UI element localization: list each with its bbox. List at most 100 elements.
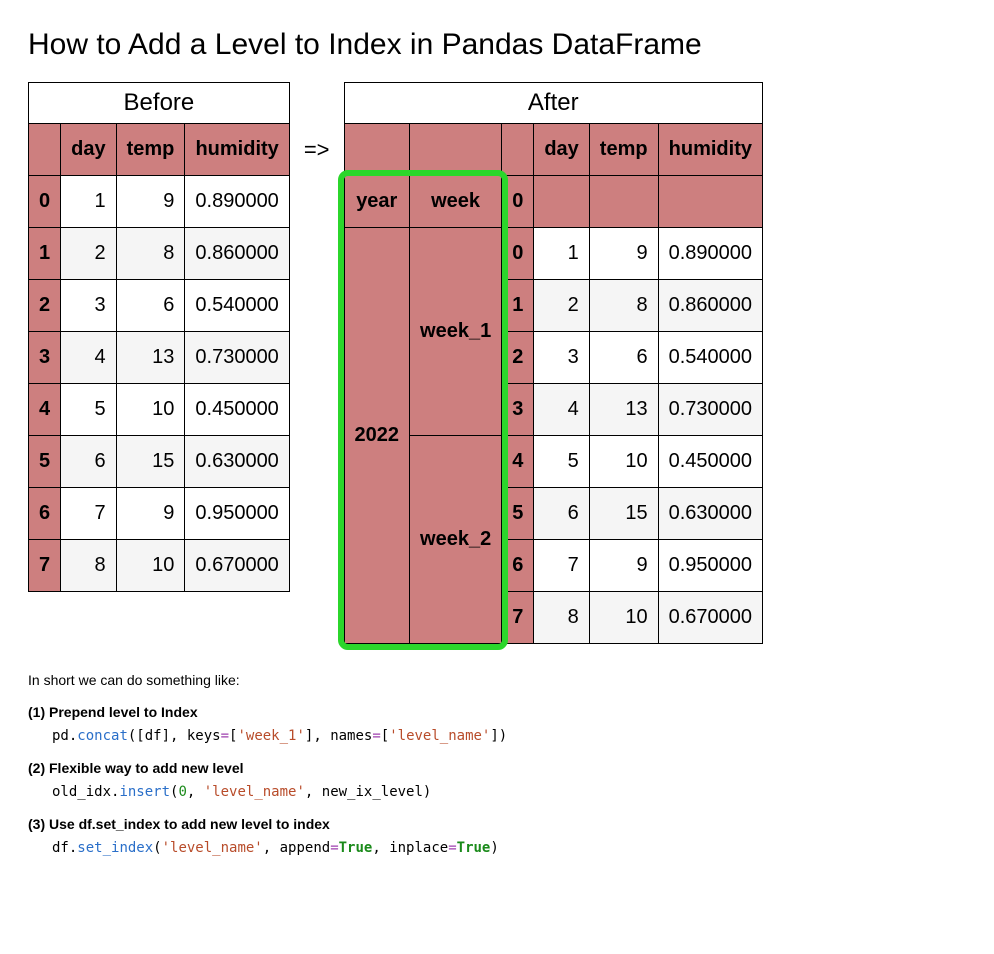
year-cell: 2022: [344, 228, 410, 644]
after-caption: After: [344, 82, 763, 123]
table-row: 0190.890000: [29, 176, 290, 228]
step-2: (2) Flexible way to add new level: [28, 760, 966, 776]
cell-temp: 8: [589, 280, 658, 332]
level-year: year: [344, 176, 410, 228]
cell-day: 2: [534, 280, 589, 332]
cell-day: 8: [61, 540, 116, 592]
after-idx-header-1: [344, 124, 410, 176]
row-index: 4: [502, 436, 534, 488]
after-idx-header-3: [502, 124, 534, 176]
cell-humidity: 0.630000: [658, 488, 762, 540]
cell-humidity: 0.950000: [185, 488, 289, 540]
row-index: 3: [29, 332, 61, 384]
cell-humidity: 0.450000: [185, 384, 289, 436]
cell-day: 2: [61, 228, 116, 280]
level-zero: 0: [502, 176, 534, 228]
row-index: 3: [502, 384, 534, 436]
cell-temp: 9: [116, 176, 185, 228]
row-index: 0: [502, 228, 534, 280]
cell-temp: 10: [589, 436, 658, 488]
tables-row: Before day temp humidity 0190.8900001280…: [28, 82, 966, 644]
cell-temp: 9: [589, 228, 658, 280]
cell-humidity: 0.860000: [185, 228, 289, 280]
before-caption: Before: [28, 82, 290, 123]
row-index: 7: [29, 540, 61, 592]
code-2: old_idx.insert(0, 'level_name', new_ix_l…: [52, 784, 966, 800]
cell-humidity: 0.730000: [185, 332, 289, 384]
col-day: day: [534, 124, 589, 176]
code-1: pd.concat([df], keys=['week_1'], names=[…: [52, 728, 966, 744]
row-index: 6: [502, 540, 534, 592]
col-day: day: [61, 124, 116, 176]
cell-temp: 6: [116, 280, 185, 332]
cell-humidity: 0.860000: [658, 280, 762, 332]
cell-day: 8: [534, 592, 589, 644]
cell-humidity: 0.890000: [185, 176, 289, 228]
table-row: 6790.950000: [29, 488, 290, 540]
cell-humidity: 0.890000: [658, 228, 762, 280]
cell-day: 1: [61, 176, 116, 228]
before-table: Before day temp humidity 0190.8900001280…: [28, 82, 290, 592]
cell-temp: 13: [589, 384, 658, 436]
cell-humidity: 0.540000: [185, 280, 289, 332]
level-week: week: [410, 176, 502, 228]
row-index: 2: [29, 280, 61, 332]
cell-temp: 10: [116, 540, 185, 592]
cell-temp: 9: [589, 540, 658, 592]
col-temp: temp: [589, 124, 658, 176]
step-1: (1) Prepend level to Index: [28, 704, 966, 720]
cell-day: 4: [61, 332, 116, 384]
after-idx-header-2: [410, 124, 502, 176]
summary-text: In short we can do something like:: [28, 672, 966, 688]
cell-day: 7: [534, 540, 589, 592]
table-row: 1280.860000: [29, 228, 290, 280]
row-index: 7: [502, 592, 534, 644]
arrow: =>: [304, 82, 330, 163]
row-index: 0: [29, 176, 61, 228]
row-index: 5: [29, 436, 61, 488]
table-row: 2360.540000: [29, 280, 290, 332]
cell-day: 1: [534, 228, 589, 280]
cell-day: 6: [534, 488, 589, 540]
cell-humidity: 0.630000: [185, 436, 289, 488]
row-index: 2: [502, 332, 534, 384]
cell-day: 7: [61, 488, 116, 540]
cell-humidity: 0.950000: [658, 540, 762, 592]
cell-day: 3: [61, 280, 116, 332]
col-humidity: humidity: [185, 124, 289, 176]
cell-temp: 10: [116, 384, 185, 436]
cell-temp: 15: [116, 436, 185, 488]
cell-day: 3: [534, 332, 589, 384]
row-index: 1: [502, 280, 534, 332]
table-row: 34130.730000: [29, 332, 290, 384]
code-3: df.set_index('level_name', append=True, …: [52, 840, 966, 856]
after-table: After day temp humidity year week 0: [344, 82, 763, 644]
row-index: 4: [29, 384, 61, 436]
table-row: 78100.670000: [29, 540, 290, 592]
cell-humidity: 0.670000: [185, 540, 289, 592]
cell-temp: 13: [116, 332, 185, 384]
step-3: (3) Use df.set_index to add new level to…: [28, 816, 966, 832]
table-row: 2022week_10190.890000: [344, 228, 762, 280]
cell-humidity: 0.730000: [658, 384, 762, 436]
page-title: How to Add a Level to Index in Pandas Da…: [28, 28, 966, 62]
cell-day: 6: [61, 436, 116, 488]
week1-cell: week_1: [410, 228, 502, 436]
row-index: 5: [502, 488, 534, 540]
cell-day: 4: [534, 384, 589, 436]
cell-humidity: 0.670000: [658, 592, 762, 644]
cell-temp: 15: [589, 488, 658, 540]
before-idx-header: [29, 124, 61, 176]
cell-temp: 8: [116, 228, 185, 280]
cell-humidity: 0.450000: [658, 436, 762, 488]
cell-day: 5: [61, 384, 116, 436]
cell-humidity: 0.540000: [658, 332, 762, 384]
cell-temp: 6: [589, 332, 658, 384]
row-index: 6: [29, 488, 61, 540]
cell-temp: 10: [589, 592, 658, 644]
table-row: 56150.630000: [29, 436, 290, 488]
col-humidity: humidity: [658, 124, 762, 176]
cell-temp: 9: [116, 488, 185, 540]
col-temp: temp: [116, 124, 185, 176]
table-row: 45100.450000: [29, 384, 290, 436]
